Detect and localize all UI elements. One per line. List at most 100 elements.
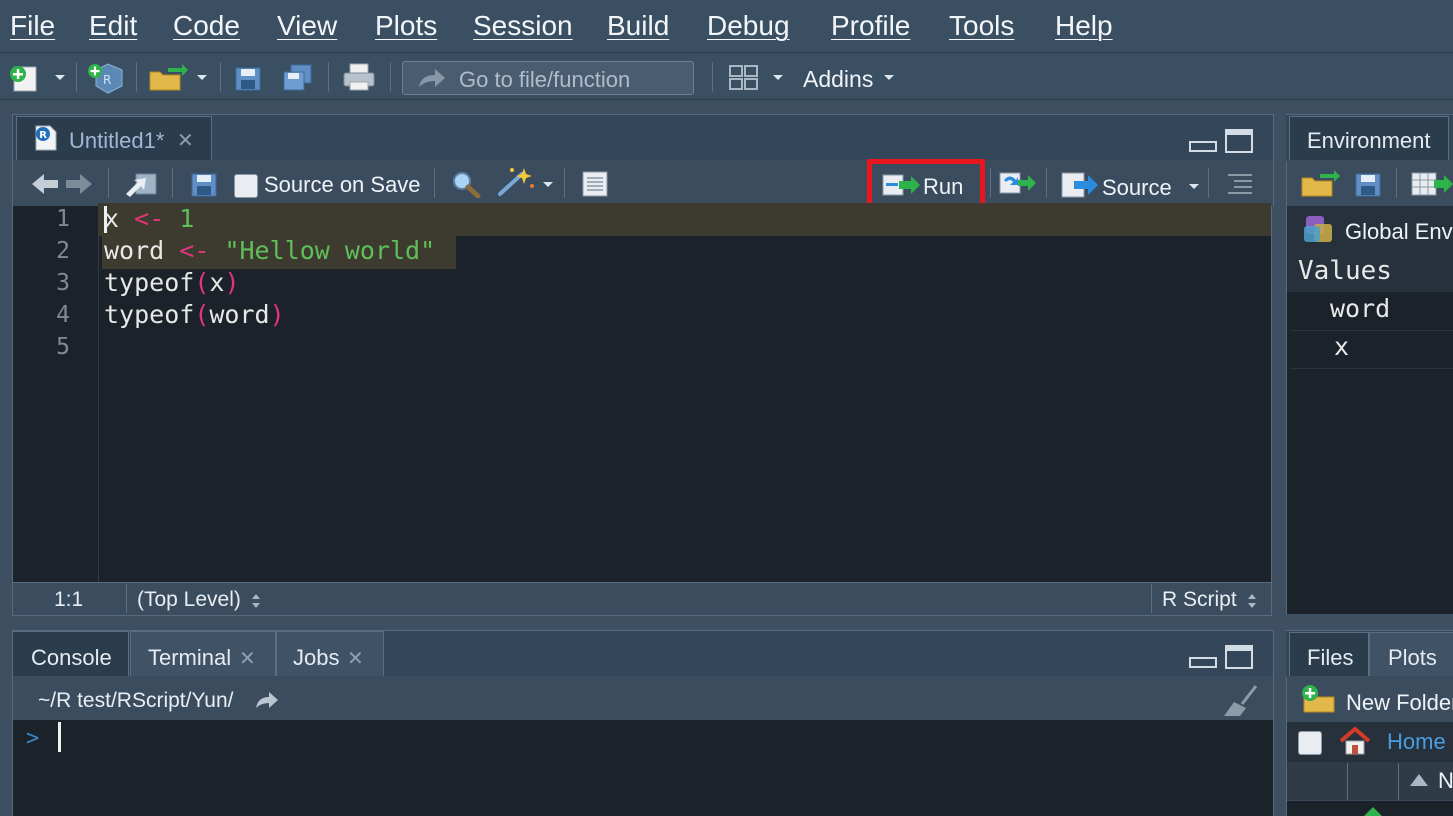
tab-terminal[interactable]: Terminal ✕ [130, 631, 276, 677]
close-icon[interactable]: ✕ [239, 646, 256, 671]
svg-text:R: R [39, 130, 47, 141]
menu-view[interactable]: View [277, 10, 337, 42]
go-to-file-input[interactable]: Go to file/function [402, 61, 694, 95]
home-icon[interactable] [1338, 726, 1372, 756]
minimize-pane-icon[interactable] [1188, 646, 1218, 670]
tab-untitled1[interactable]: R Untitled1* ✕ [16, 116, 212, 161]
clear-console-icon[interactable] [1222, 684, 1262, 718]
document-outline-icon[interactable] [1226, 172, 1254, 194]
maximize-pane-icon[interactable] [1224, 128, 1254, 154]
home-link[interactable]: Home [1387, 729, 1446, 755]
tab-files[interactable]: Files [1289, 632, 1369, 677]
new-folder-icon[interactable] [1300, 684, 1340, 714]
addins-button[interactable]: Addins [803, 66, 873, 93]
tab-console[interactable]: Console [13, 631, 129, 677]
code-line-2: word <- "Hellow world" [104, 236, 435, 265]
save-icon[interactable] [234, 66, 262, 92]
menu-edit[interactable]: Edit [89, 10, 137, 42]
menu-help[interactable]: Help [1055, 10, 1113, 42]
run-button[interactable]: Run [875, 166, 977, 206]
select-all-checkbox[interactable] [1298, 731, 1322, 755]
chevron-down-icon[interactable] [54, 74, 66, 82]
tab-label: Jobs [293, 645, 340, 670]
new-folder-button[interactable]: New Folder [1346, 690, 1453, 716]
code-token: <- [164, 236, 225, 265]
source-button[interactable]: Source [1058, 166, 1202, 206]
print-icon[interactable] [342, 62, 376, 92]
divider [564, 168, 565, 198]
divider [76, 62, 77, 92]
code-token: "Hellow world" [224, 236, 436, 265]
console-output[interactable] [12, 720, 1274, 816]
forward-arrow-icon[interactable] [64, 172, 94, 196]
new-file-icon[interactable] [8, 64, 44, 92]
back-arrow-icon[interactable] [30, 172, 60, 196]
chevron-down-icon[interactable] [542, 181, 554, 189]
up-arrow-icon[interactable] [1362, 806, 1384, 816]
source-on-save-label: Source on Save [264, 172, 421, 197]
divider [126, 584, 127, 613]
variable-name: word [1330, 294, 1391, 323]
source-on-save-checkbox[interactable] [234, 174, 258, 198]
menu-file[interactable]: File [10, 10, 55, 42]
up-down-icon [1248, 594, 1256, 608]
line-number: 2 [56, 238, 70, 264]
code-token: ) [269, 300, 285, 329]
minimize-pane-icon[interactable] [1188, 130, 1218, 154]
go-to-directory-icon[interactable] [254, 690, 280, 710]
tab-environment[interactable]: Environment [1289, 116, 1449, 161]
code-token: word [104, 236, 165, 265]
chevron-down-icon [1189, 184, 1199, 189]
line-number: 3 [56, 270, 70, 296]
magic-wand-icon[interactable] [496, 166, 536, 198]
code-token: word [209, 300, 270, 329]
menu-debug[interactable]: Debug [707, 10, 790, 42]
menu-session[interactable]: Session [473, 10, 573, 42]
source-label: Source [1102, 175, 1172, 200]
divider [1046, 168, 1047, 198]
save-icon[interactable] [190, 172, 218, 198]
close-icon[interactable]: ✕ [347, 646, 364, 671]
pane-layout-icon[interactable] [728, 64, 760, 92]
scope-selector[interactable]: (Top Level) [137, 588, 241, 612]
name-column-header[interactable]: N [1438, 768, 1453, 794]
divider [1208, 168, 1209, 198]
tab-label: Console [31, 645, 112, 670]
menu-build[interactable]: Build [607, 10, 669, 42]
compile-report-icon[interactable] [580, 170, 610, 198]
load-workspace-icon[interactable] [1300, 170, 1340, 198]
chevron-down-icon[interactable] [883, 74, 895, 82]
menu-profile[interactable]: Profile [831, 10, 910, 42]
save-all-icon[interactable] [282, 64, 314, 92]
rerun-icon[interactable] [998, 170, 1038, 198]
code-token: ( [194, 268, 210, 297]
environment-row[interactable]: word [1290, 292, 1453, 331]
file-type-selector[interactable]: R Script [1162, 588, 1237, 612]
menu-tools[interactable]: Tools [949, 10, 1014, 42]
menu-plots[interactable]: Plots [375, 10, 437, 42]
show-in-window-icon[interactable] [124, 170, 158, 198]
environment-row[interactable]: x [1290, 330, 1453, 369]
sort-ascending-icon[interactable] [1408, 772, 1430, 788]
code-token: x [209, 268, 225, 297]
maximize-pane-icon[interactable] [1224, 644, 1254, 670]
chevron-down-icon[interactable] [196, 74, 208, 82]
search-icon[interactable] [450, 170, 482, 198]
divider [1396, 168, 1397, 198]
working-directory: ~/R test/RScript/Yun/ [38, 689, 234, 712]
open-folder-icon[interactable] [148, 64, 188, 92]
environment-icon [1304, 216, 1332, 242]
chevron-down-icon[interactable] [772, 74, 784, 82]
new-project-icon[interactable]: R [86, 62, 126, 94]
divider [220, 62, 221, 92]
tab-plots[interactable]: Plots [1369, 632, 1453, 677]
save-workspace-icon[interactable] [1354, 172, 1382, 198]
menu-code[interactable]: Code [173, 10, 240, 42]
import-dataset-icon[interactable] [1410, 170, 1453, 198]
divider [390, 62, 391, 92]
code-line-3: typeof(x) [104, 268, 240, 297]
close-icon[interactable]: ✕ [177, 128, 194, 153]
tab-label: Files [1307, 645, 1354, 670]
tab-jobs[interactable]: Jobs ✕ [276, 631, 384, 677]
environment-scope[interactable]: Global Envi [1345, 219, 1453, 245]
